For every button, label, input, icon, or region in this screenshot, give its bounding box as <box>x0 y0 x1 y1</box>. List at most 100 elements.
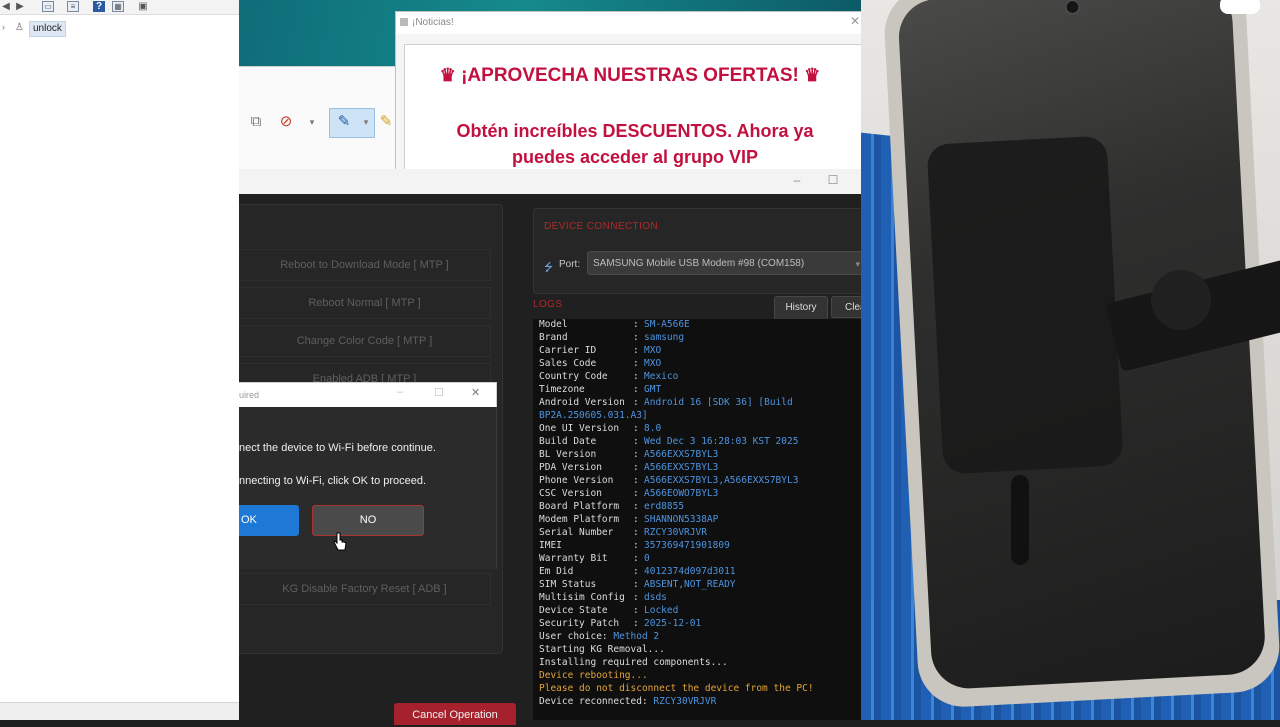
log-separator: : <box>633 488 639 499</box>
log-value: SHANNON5338AP <box>644 514 719 525</box>
log-value: GMT <box>644 384 662 395</box>
maximize-icon[interactable]: ☐ <box>823 173 843 187</box>
log-key: Model <box>539 319 568 330</box>
stamp-icon[interactable]: ⊘ <box>277 112 295 132</box>
log-separator: : <box>633 592 639 603</box>
log-value: A566EOWO7BYL3 <box>644 488 719 499</box>
log-value: samsung <box>644 332 685 343</box>
close-icon[interactable]: ✕ <box>850 14 860 28</box>
log-key: BL Version <box>539 449 597 460</box>
log-key: SIM Status <box>539 579 597 590</box>
log-separator: : <box>633 553 639 564</box>
log-separator: : <box>633 436 639 447</box>
log-key: Warranty Bit <box>539 553 608 564</box>
log-value: 2025-12-01 <box>644 618 702 629</box>
log-separator: : <box>633 358 639 369</box>
port-select-value: SAMSUNG Mobile USB Modem #98 (COM158) <box>593 258 805 269</box>
tree-item-label: unlock <box>29 21 66 37</box>
chevron-down-icon[interactable]: ▾ <box>303 112 321 132</box>
history-button[interactable]: History <box>774 296 828 320</box>
log-entry: One UI Version:8.0 <box>539 422 859 435</box>
log-entry: BP2A.250605.031.A3] <box>539 409 859 422</box>
log-entry: Android Version: Android 16 [SDK 36] [Bui… <box>539 396 859 409</box>
back-arrow-icon[interactable]: ◀ <box>0 1 12 12</box>
log-separator: : <box>633 579 639 590</box>
log-entry: Multisim Config: dsds <box>539 591 859 604</box>
log-separator: : <box>633 332 639 343</box>
pen-icon[interactable]: ✎ <box>335 112 353 132</box>
log-output[interactable]: Model: SM-A566E Brand: samsung Carrier ID: MX… <box>533 319 861 720</box>
minimize-icon[interactable]: – <box>397 386 403 398</box>
screen-reflection <box>926 135 1124 475</box>
log-key: Timezone <box>539 384 585 395</box>
log-separator: : <box>633 475 639 486</box>
log-separator: : <box>633 423 639 434</box>
help-icon[interactable]: ? <box>93 1 105 12</box>
maximize-icon[interactable]: ☐ <box>434 386 444 399</box>
log-entry: Modem Platform: SHANNON5338AP <box>539 513 859 526</box>
kg-disable-factory-reset-button[interactable]: KG Disable Factory Reset [ ADB ] <box>239 573 491 605</box>
log-value: 357369471901809 <box>644 540 730 551</box>
hand-cursor-icon <box>333 532 347 551</box>
log-separator: : <box>633 540 639 551</box>
notice-window: ¡Noticias! ✕ ♛ ¡APROVECHA NUESTRAS OFERT… <box>395 11 863 171</box>
notice-headline-text: ¡APROVECHA NUESTRAS OFERTAS! <box>461 65 799 86</box>
logs-title: LOGS <box>533 299 563 310</box>
ok-button[interactable]: OK <box>239 505 299 536</box>
log-message: Please do not disconnect the device from… <box>539 683 814 694</box>
reboot-download-button[interactable]: Reboot to Download Mode [ MTP ] <box>239 249 491 281</box>
log-value: ABSENT,NOT_READY <box>644 579 736 590</box>
log-entry: BL Version: A566EXXS7BYL3 <box>539 448 859 461</box>
notice-message: Obtén increíbles DESCUENTOS. Ahora ya pu… <box>456 121 814 167</box>
chevron-down-icon: ▾ <box>855 259 860 269</box>
log-entry: Security Patch:2025-12-01 <box>539 617 859 630</box>
list-icon[interactable]: ▦ <box>112 1 124 12</box>
log-value: Mexico <box>644 371 679 382</box>
log-separator: : <box>633 462 639 473</box>
log-entry: Country Code: Mexico <box>539 370 859 383</box>
notice-body: ♛ ¡APROVECHA NUESTRAS OFERTAS! ♛ Obtén i… <box>404 44 863 171</box>
log-message: User choice: Method 2 <box>539 630 859 643</box>
explorer-toolbar: ◀ ▶ ▭ ≡ ? ▦ ▣ <box>0 0 239 15</box>
port-select[interactable]: SAMSUNG Mobile USB Modem #98 (COM158) ▾ <box>587 251 862 275</box>
log-entry: Carrier ID: MXO <box>539 344 859 357</box>
dialog-message-2: nnecting to Wi-Fi, click OK to proceed. <box>239 475 427 487</box>
monitor-icon[interactable]: ▣ <box>137 1 149 12</box>
background-toolbar: ⧉ ⊘ ▾ ✎ ▾ ✎ <box>239 104 399 144</box>
log-entry: Em Did:4012374d097d3011 <box>539 565 859 578</box>
log-entry: Serial Number: RZCY30VRJVR <box>539 526 859 539</box>
log-entry: SIM Status: ABSENT,NOT_READY <box>539 578 859 591</box>
status-bar <box>0 702 239 720</box>
log-key: Modem Platform <box>539 514 620 525</box>
change-color-code-button[interactable]: Change Color Code [ MTP ] <box>239 325 491 357</box>
log-separator: : <box>633 605 639 616</box>
forward-arrow-icon[interactable]: ▶ <box>14 1 26 12</box>
copy-icon[interactable]: ⧉ <box>247 112 265 132</box>
port-label: Port: <box>559 259 581 270</box>
properties-icon[interactable]: ≡ <box>67 1 79 12</box>
device-connection-panel: DEVICE CONNECTION ⭍ Port: SAMSUNG Mobile… <box>533 208 862 294</box>
log-key: IMEI <box>539 540 562 551</box>
log-message: Device reconnected: RZCY30VRJVR <box>539 695 859 708</box>
window-icon[interactable]: ▭ <box>42 1 54 12</box>
tree-item-unlock[interactable]: › ♙ unlock <box>0 20 239 37</box>
log-entry: Timezone: GMT <box>539 383 859 396</box>
log-value: 0 <box>644 553 650 564</box>
dialog-title: uired <box>239 390 260 400</box>
crown-icon: ♛ <box>804 65 821 85</box>
phone-body <box>882 0 1280 709</box>
ceiling-light <box>1220 0 1260 14</box>
chevron-down-icon[interactable]: ▾ <box>357 112 375 132</box>
cancel-operation-button[interactable]: Cancel Operation <box>394 703 516 725</box>
reboot-normal-button[interactable]: Reboot Normal [ MTP ] <box>239 287 491 319</box>
log-entry: CSC Version: A566EOWO7BYL3 <box>539 487 859 500</box>
chevron-right-icon[interactable]: › <box>2 22 5 32</box>
no-button[interactable]: NO <box>312 505 424 536</box>
log-value: dsds <box>644 592 667 603</box>
log-message: Installing required components... <box>539 657 728 668</box>
highlighter-icon[interactable]: ✎ <box>377 112 395 132</box>
minimize-icon[interactable]: – <box>787 173 807 187</box>
front-camera <box>1065 0 1080 15</box>
close-icon[interactable]: ✕ <box>471 386 480 399</box>
log-value: Android 16 [SDK 36] [Build <box>644 397 793 408</box>
